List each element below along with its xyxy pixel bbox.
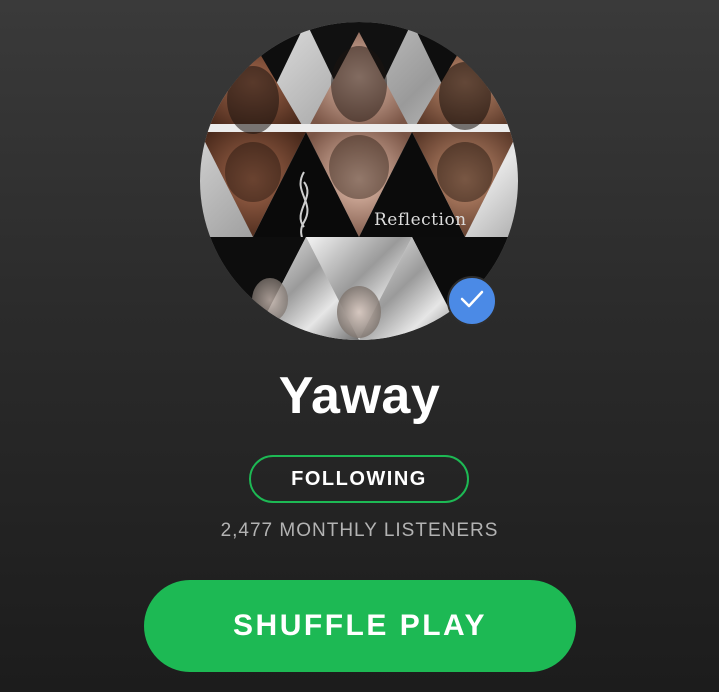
monthly-listeners: 2,477 MONTHLY LISTENERS [220,520,499,541]
checkmark-icon [460,289,484,314]
verified-badge [447,276,497,326]
avatar-caption: Reflection [374,210,467,230]
shuffle-play-button[interactable]: SHUFFLE PLAY [144,580,576,672]
artist-name: Yaway [278,367,441,425]
following-button[interactable]: FOLLOWING [249,455,469,503]
